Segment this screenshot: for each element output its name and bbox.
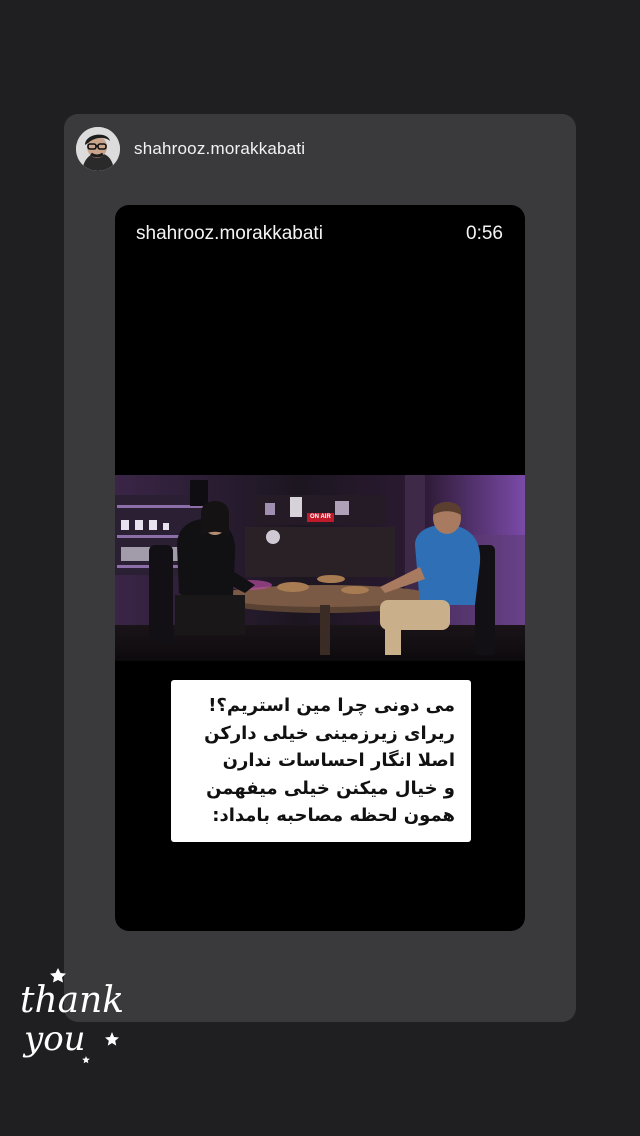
caption-line: ریرای زیرزمینی خیلی دارکن: [204, 722, 455, 744]
author-username[interactable]: shahrooz.morakkabati: [134, 139, 305, 159]
reel-preview[interactable]: shahrooz.morakkabati 0:56 ON AIR می دونی…: [115, 205, 525, 931]
caption-line: می دونی چرا مین استریم؟!: [208, 695, 455, 716]
on-air-sign: ON AIR: [307, 513, 334, 522]
avatar-portrait-icon: [76, 127, 120, 171]
story-post-card[interactable]: shahrooz.morakkabati shahrooz.morakkabat…: [64, 114, 576, 1022]
sticker-word-you: you: [22, 1019, 86, 1059]
podcast-scene-image: [115, 475, 525, 661]
reel-username: shahrooz.morakkabati: [136, 223, 323, 244]
caption-line: و خیال میکنن خیلی میفهمن: [206, 777, 455, 799]
thank-you-sticker-art: thank you: [20, 968, 124, 1064]
post-author-row[interactable]: shahrooz.morakkabati: [76, 126, 305, 172]
thank-you-sticker[interactable]: thank you: [16, 960, 136, 1070]
reel-caption-box: می دونی چرا مین استریم؟! ریرای زیرزمینی …: [171, 680, 471, 842]
caption-line: اصلا انگار احساسات ندارن: [222, 750, 455, 771]
author-avatar[interactable]: [76, 127, 120, 171]
reel-duration: 0:56: [466, 223, 503, 244]
sticker-word-thank: thank: [20, 980, 124, 1021]
star-icon: [105, 1032, 119, 1046]
caption-line: همون لحظه مصاحبه بامداد:: [212, 805, 455, 826]
video-thumbnail: ON AIR: [115, 475, 525, 661]
